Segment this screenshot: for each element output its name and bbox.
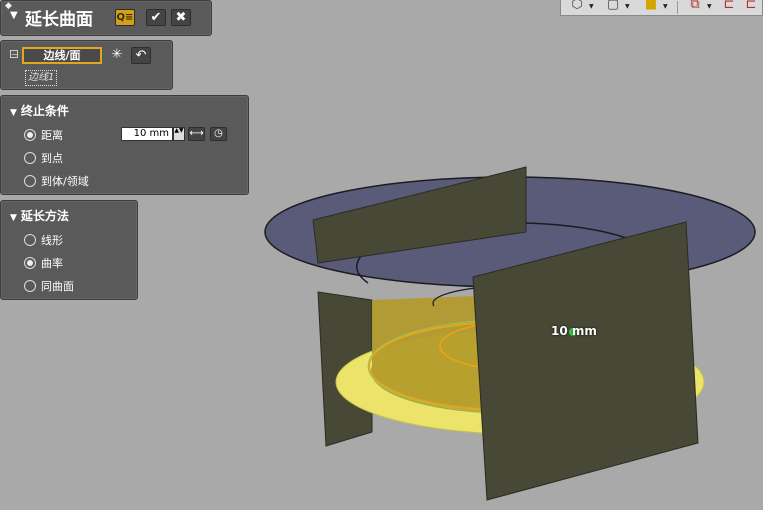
hexagon-icon[interactable]: ⬡ bbox=[569, 0, 585, 13]
section-view-icon[interactable]: ⧉ bbox=[687, 0, 703, 13]
selected-edge-item[interactable]: 边线1 bbox=[25, 70, 58, 86]
radio-distance[interactable]: 距离 bbox=[24, 127, 63, 143]
shading-color-icon[interactable]: ■ bbox=[643, 0, 659, 13]
filter-search-icon: Q≡ bbox=[116, 12, 134, 23]
radio-button[interactable] bbox=[24, 280, 36, 292]
extend-method-panel: ▼ 延长方法 线形 曲率 同曲面 bbox=[0, 200, 138, 300]
chevron-down-icon[interactable]: ▼ bbox=[625, 3, 630, 10]
radio-same-surface[interactable]: 同曲面 bbox=[24, 278, 74, 294]
edge-face-selector[interactable]: 边线/面 bbox=[22, 47, 102, 64]
close-icon: ✖ bbox=[175, 10, 187, 25]
chevron-down-icon[interactable]: ▼ bbox=[707, 3, 712, 10]
collapse-minus-icon[interactable]: − bbox=[10, 50, 18, 59]
triangle-down-icon[interactable]: ▼ bbox=[10, 10, 18, 21]
distance-spinner[interactable]: ▲▼ bbox=[173, 127, 185, 141]
ok-button[interactable]: ✔ bbox=[146, 9, 166, 26]
toolbar-divider bbox=[677, 1, 678, 14]
radio-to-point[interactable]: 到点 bbox=[24, 150, 63, 166]
dimension-label[interactable]: 10 mm bbox=[551, 324, 597, 338]
checkmark-icon: ✔ bbox=[150, 10, 162, 25]
extend-method-header[interactable]: ▼ 延长方法 bbox=[10, 207, 69, 224]
undo-icon[interactable]: ↶ bbox=[131, 47, 151, 64]
view-toolbar: ⬡ ▼ ▢ ▼ ■ ▼ ⧉ ▼ ⊏ ⊏ bbox=[560, 0, 763, 16]
chevron-down-icon[interactable]: ▼ bbox=[663, 3, 668, 10]
command-title: 延长曲面 bbox=[25, 10, 93, 30]
cancel-button[interactable]: ✖ bbox=[171, 9, 191, 26]
end-condition-panel: ▼ 终止条件 距离 10 mm ▲▼ ⟷ ◷ 到点 到体/领域 bbox=[0, 95, 249, 195]
triangle-down-icon: ▼ bbox=[10, 213, 17, 223]
chevron-down-icon[interactable]: ▼ bbox=[589, 3, 594, 10]
radio-button-selected[interactable] bbox=[24, 257, 36, 269]
radio-button-selected[interactable] bbox=[24, 129, 36, 141]
end-condition-header[interactable]: ▼ 终止条件 bbox=[10, 102, 69, 119]
distance-input[interactable]: 10 mm bbox=[121, 127, 173, 141]
radio-button[interactable] bbox=[24, 234, 36, 246]
reference-clock-icon[interactable]: ◷ bbox=[210, 127, 227, 141]
edge-view-icon[interactable]: ⊏ bbox=[721, 0, 737, 13]
command-title-panel: ◆ ▼ 延长曲面 Q≡ ✔ ✖ bbox=[0, 0, 212, 36]
filter-search-button[interactable]: Q≡ bbox=[115, 9, 135, 26]
radio-to-body[interactable]: 到体/领域 bbox=[24, 173, 89, 189]
radio-button[interactable] bbox=[24, 152, 36, 164]
triangle-down-icon: ▼ bbox=[10, 108, 17, 118]
radio-linear[interactable]: 线形 bbox=[24, 232, 63, 248]
edge-view-icon[interactable]: ⊏ bbox=[743, 0, 759, 13]
radio-curvature[interactable]: 曲率 bbox=[24, 255, 63, 271]
selection-panel: − 边线/面 ✳ ↶ 边线1 bbox=[0, 40, 173, 90]
box-view-icon[interactable]: ▢ bbox=[605, 0, 621, 13]
measure-icon[interactable]: ⟷ bbox=[188, 127, 205, 141]
radio-button[interactable] bbox=[24, 175, 36, 187]
multi-select-icon[interactable]: ✳ bbox=[108, 47, 126, 64]
